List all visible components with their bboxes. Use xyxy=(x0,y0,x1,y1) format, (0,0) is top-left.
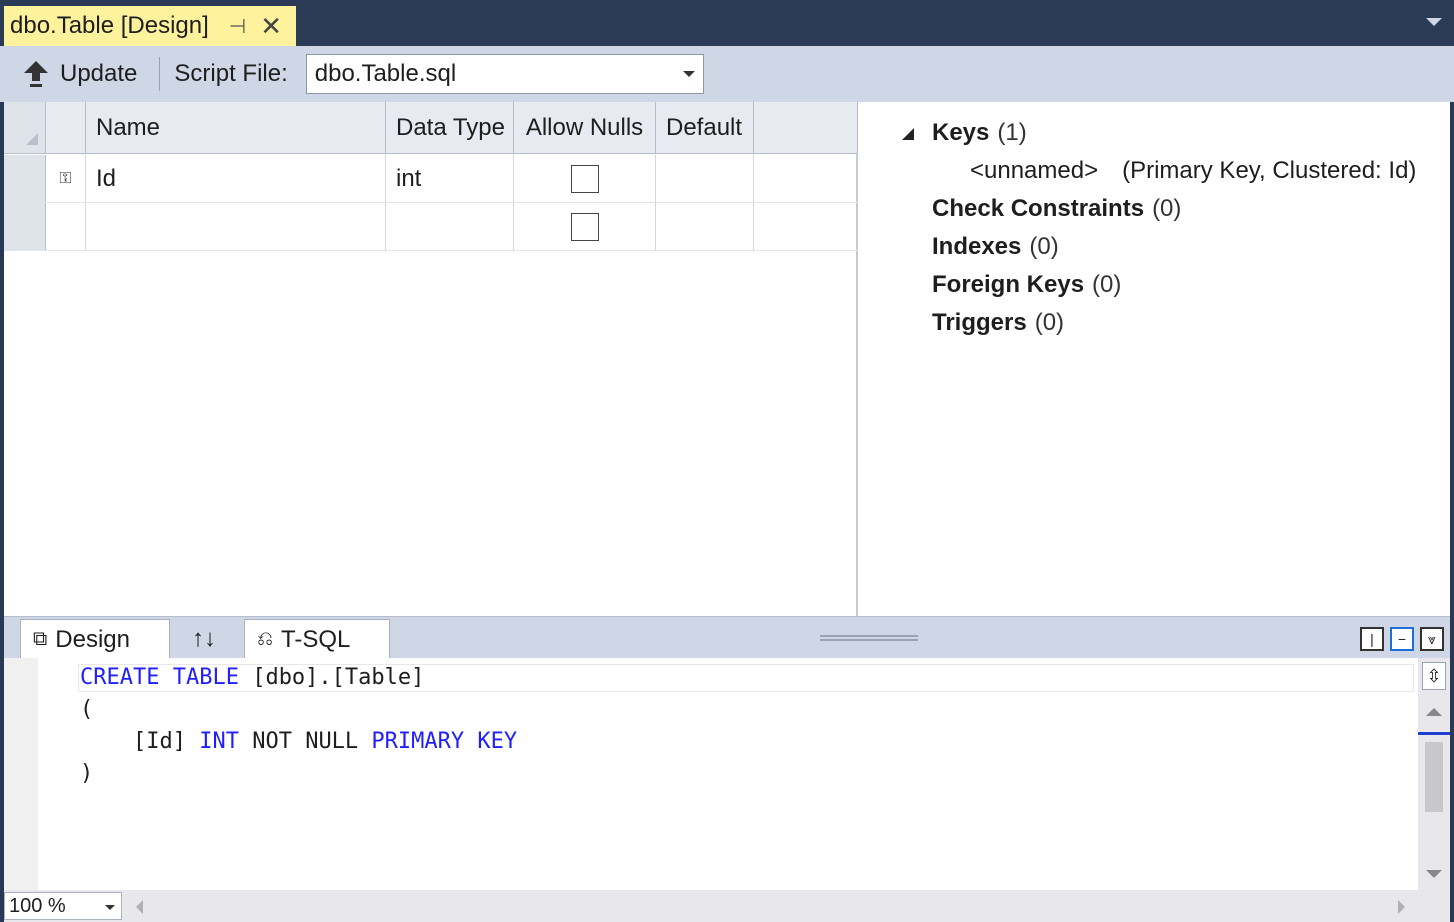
cell-data-type[interactable] xyxy=(386,203,514,250)
table-properties-panel: Keys (1) <unnamed> (Primary Key, Cluster… xyxy=(862,102,1450,616)
grid-header-row: Name Data Type Allow Nulls Default xyxy=(4,102,858,154)
cell-filler xyxy=(754,155,858,202)
columns-grid: Name Data Type Allow Nulls Default ⚿ Id … xyxy=(4,102,858,616)
zoom-value: 100 % xyxy=(9,894,66,917)
triggers-node[interactable]: Triggers (0) xyxy=(932,304,1064,342)
primary-key-cell xyxy=(46,203,86,250)
column-header-filler xyxy=(754,102,858,153)
tab-design[interactable]: ⧉ Design xyxy=(20,619,170,659)
scroll-thumb[interactable] xyxy=(1425,742,1443,812)
document-tab-strip: dbo.Table [Design] ⊣ ✕ xyxy=(0,0,1454,46)
allow-nulls-checkbox[interactable] xyxy=(570,212,599,241)
horizontal-splitter-grip[interactable] xyxy=(820,635,918,641)
foreign-keys-node[interactable]: Foreign Keys (0) xyxy=(932,266,1121,304)
update-button[interactable]: Update xyxy=(16,54,143,94)
cell-default[interactable] xyxy=(656,203,754,250)
column-header-data-type[interactable]: Data Type xyxy=(386,102,514,153)
table-row[interactable]: ⚿ Id int xyxy=(4,155,858,203)
editor-split-icon[interactable]: ⇳ xyxy=(1422,662,1446,690)
keys-label: Keys xyxy=(932,119,990,146)
collapse-pane-icon[interactable]: ⩔ xyxy=(1420,627,1444,651)
zoom-select[interactable]: 100 % xyxy=(4,892,122,920)
cell-name[interactable]: Id xyxy=(86,155,386,202)
tab-tsql[interactable]: ⎌ T-SQL xyxy=(244,619,390,659)
chevron-down-icon xyxy=(682,71,695,77)
vertical-scrollbar[interactable]: ⇳ xyxy=(1418,658,1450,890)
tab-tsql-label: T-SQL xyxy=(281,625,351,653)
cell-default[interactable] xyxy=(656,155,754,202)
caret-position-marker xyxy=(1418,732,1450,735)
column-header-name[interactable]: Name xyxy=(86,102,386,153)
select-all-corner[interactable] xyxy=(4,102,46,153)
check-constraints-node[interactable]: Check Constraints (0) xyxy=(932,190,1181,228)
scroll-up-icon[interactable] xyxy=(1426,708,1442,716)
code-line-4: ) xyxy=(80,761,94,786)
table-row[interactable] xyxy=(4,203,858,251)
keys-node[interactable]: Keys (1) xyxy=(932,114,1027,152)
swap-arrows-icon: ↑↓ xyxy=(192,625,216,652)
column-header-default[interactable]: Default xyxy=(656,102,754,153)
horizontal-split-icon[interactable]: − xyxy=(1390,627,1414,651)
key-icon: ⚿ xyxy=(59,169,72,187)
code-line-2: ( xyxy=(80,697,94,722)
indexes-label: Indexes xyxy=(932,233,1022,260)
column-header-allow-nulls[interactable]: Allow Nulls xyxy=(514,102,656,153)
tab-design-label: Design xyxy=(55,625,130,653)
cell-filler xyxy=(754,203,858,250)
vertical-split-icon[interactable]: | xyxy=(1360,627,1384,651)
tsql-editor[interactable]: CREATE TABLE [dbo].[Table] ( [Id] INT NOT… xyxy=(4,658,1450,890)
cell-allow-nulls[interactable] xyxy=(514,155,656,202)
allow-nulls-checkbox[interactable] xyxy=(570,164,599,193)
scroll-down-icon[interactable] xyxy=(1426,870,1442,878)
toolbar-separator xyxy=(159,57,161,91)
cell-name[interactable] xyxy=(86,203,386,250)
triggers-count: (0) xyxy=(1034,309,1065,336)
design-icon: ⧉ xyxy=(33,628,48,650)
code-line-1: CREATE TABLE [dbo].[Table] xyxy=(80,665,425,690)
code-line-3: [Id] INT NOT NULL PRIMARY KEY xyxy=(80,729,518,754)
foreign-keys-label: Foreign Keys xyxy=(932,271,1085,298)
editor-gutter xyxy=(4,658,38,890)
script-file-label: Script File: xyxy=(174,60,288,87)
pin-icon[interactable]: ⊣ xyxy=(229,14,246,39)
indexes-node[interactable]: Indexes (0) xyxy=(932,228,1059,266)
row-selector[interactable] xyxy=(4,203,46,250)
tsql-icon: ⎌ xyxy=(257,628,273,650)
key-name: <unnamed> xyxy=(970,157,1099,184)
check-constraints-label: Check Constraints xyxy=(932,195,1145,222)
keys-count: (1) xyxy=(997,119,1027,146)
foreign-keys-count: (0) xyxy=(1092,271,1122,298)
primary-key-node[interactable]: <unnamed> (Primary Key, Clustered: Id) xyxy=(970,152,1416,190)
corner-triangle-icon xyxy=(25,132,38,145)
indexes-count: (0) xyxy=(1029,233,1059,260)
script-file-select[interactable]: dbo.Table.sql xyxy=(305,54,704,94)
chevron-down-icon xyxy=(105,905,115,910)
key-column-header xyxy=(46,102,86,153)
scroll-right-icon[interactable] xyxy=(1398,900,1405,914)
cell-allow-nulls[interactable] xyxy=(514,203,656,250)
document-tab-title: dbo.Table [Design] xyxy=(10,12,209,39)
row-selector[interactable] xyxy=(4,155,46,202)
upload-arrow-icon xyxy=(22,59,50,89)
key-detail: (Primary Key, Clustered: Id) xyxy=(1122,157,1417,184)
tab-list-dropdown-icon[interactable] xyxy=(1426,18,1442,26)
close-icon[interactable]: ✕ xyxy=(260,13,282,39)
pane-tab-bar: ⧉ Design ↑↓ ⎌ T-SQL | − ⩔ xyxy=(4,616,1450,659)
check-constraints-count: (0) xyxy=(1152,195,1182,222)
update-button-label: Update xyxy=(60,60,138,87)
cell-data-type[interactable]: int xyxy=(386,155,514,202)
primary-key-cell: ⚿ xyxy=(46,155,86,202)
designer-toolbar: Update Script File: dbo.Table.sql xyxy=(0,46,1454,102)
editor-status-bar: 100 % xyxy=(4,890,1450,922)
code-text[interactable]: CREATE TABLE [dbo].[Table] ( [Id] INT NOT… xyxy=(80,662,517,790)
expand-triangle-icon[interactable] xyxy=(902,128,914,140)
triggers-label: Triggers xyxy=(932,309,1027,336)
script-file-value: dbo.Table.sql xyxy=(314,60,457,87)
design-pane: Name Data Type Allow Nulls Default ⚿ Id … xyxy=(4,102,1450,616)
scroll-left-icon[interactable] xyxy=(136,900,143,914)
document-tab[interactable]: dbo.Table [Design] ⊣ ✕ xyxy=(4,6,296,46)
